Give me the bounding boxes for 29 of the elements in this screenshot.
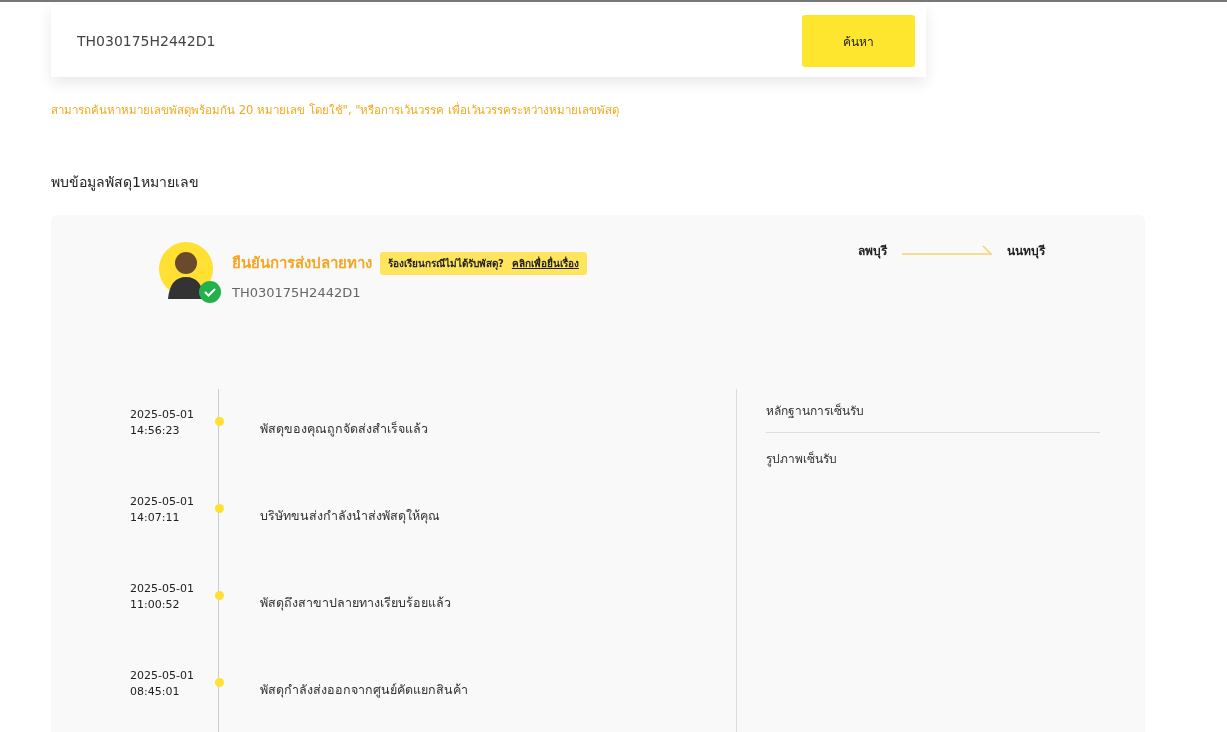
complaint-link[interactable]: คลิกเพื่อยื่นเรื่อง bbox=[511, 255, 579, 271]
result-heading: พบข้อมูลพัสดุ1หมายเลข bbox=[51, 173, 200, 193]
origin-city: ลพบุรี bbox=[858, 243, 887, 260]
status-title: ยืนยันการส่งปลายทาง bbox=[232, 253, 372, 274]
complaint-text: ร้องเรียนกรณีไม่ได้รับพัสดุ? bbox=[388, 256, 504, 271]
destination-city: นนทบุรี bbox=[1007, 243, 1045, 260]
hint-text: สามารถค้นหาหมายเลขพัสดุพร้อมกัน 20 หมายเลข โดยใช้", "หรือการเว้นวรรค เพื่อเว้นวรรคระหว่างหมายเลขพัสดุ bbox=[51, 101, 621, 119]
tracking-number: TH030175H2442D1 bbox=[232, 285, 362, 300]
timeline-dot bbox=[214, 591, 224, 600]
avatar-icon bbox=[158, 241, 218, 301]
event-text: พัสดุถึงสาขาปลายทางเรียบร้อยแล้ว bbox=[260, 594, 451, 613]
event-date: 2025-05-01 bbox=[130, 668, 195, 684]
event-time: 14:56:23 bbox=[130, 423, 181, 439]
event-time: 11:00:52 bbox=[130, 597, 181, 613]
event-date: 2025-05-01 bbox=[130, 407, 195, 423]
event-text: พัสดุของคุณถูกจัดส่งสำเร็จแล้ว bbox=[260, 420, 428, 439]
timeline-dot bbox=[214, 678, 224, 687]
timeline-dot bbox=[214, 504, 224, 513]
proof-title: หลักฐานการเซ็นรับ bbox=[766, 401, 1100, 433]
event-text: บริษัทขนส่งกำลังนำส่งพัสดุให้คุณ bbox=[260, 507, 440, 526]
search-field[interactable]: TH030175H2442D1 bbox=[75, 32, 679, 50]
event-time: 14:07:11 bbox=[130, 510, 181, 526]
event-date: 2025-05-01 bbox=[130, 581, 195, 597]
timeline-dot bbox=[214, 417, 224, 426]
photo-label: รูปภาพเซ็นรับ bbox=[766, 450, 838, 468]
search-button[interactable]: ค้นหา bbox=[802, 15, 915, 67]
event-text: พัสดุกำลังส่งออกจากศูนย์คัดแยกสินค้า bbox=[260, 681, 468, 700]
event-time: 08:45:01 bbox=[130, 684, 181, 700]
event-date: 2025-05-01 bbox=[130, 494, 195, 510]
